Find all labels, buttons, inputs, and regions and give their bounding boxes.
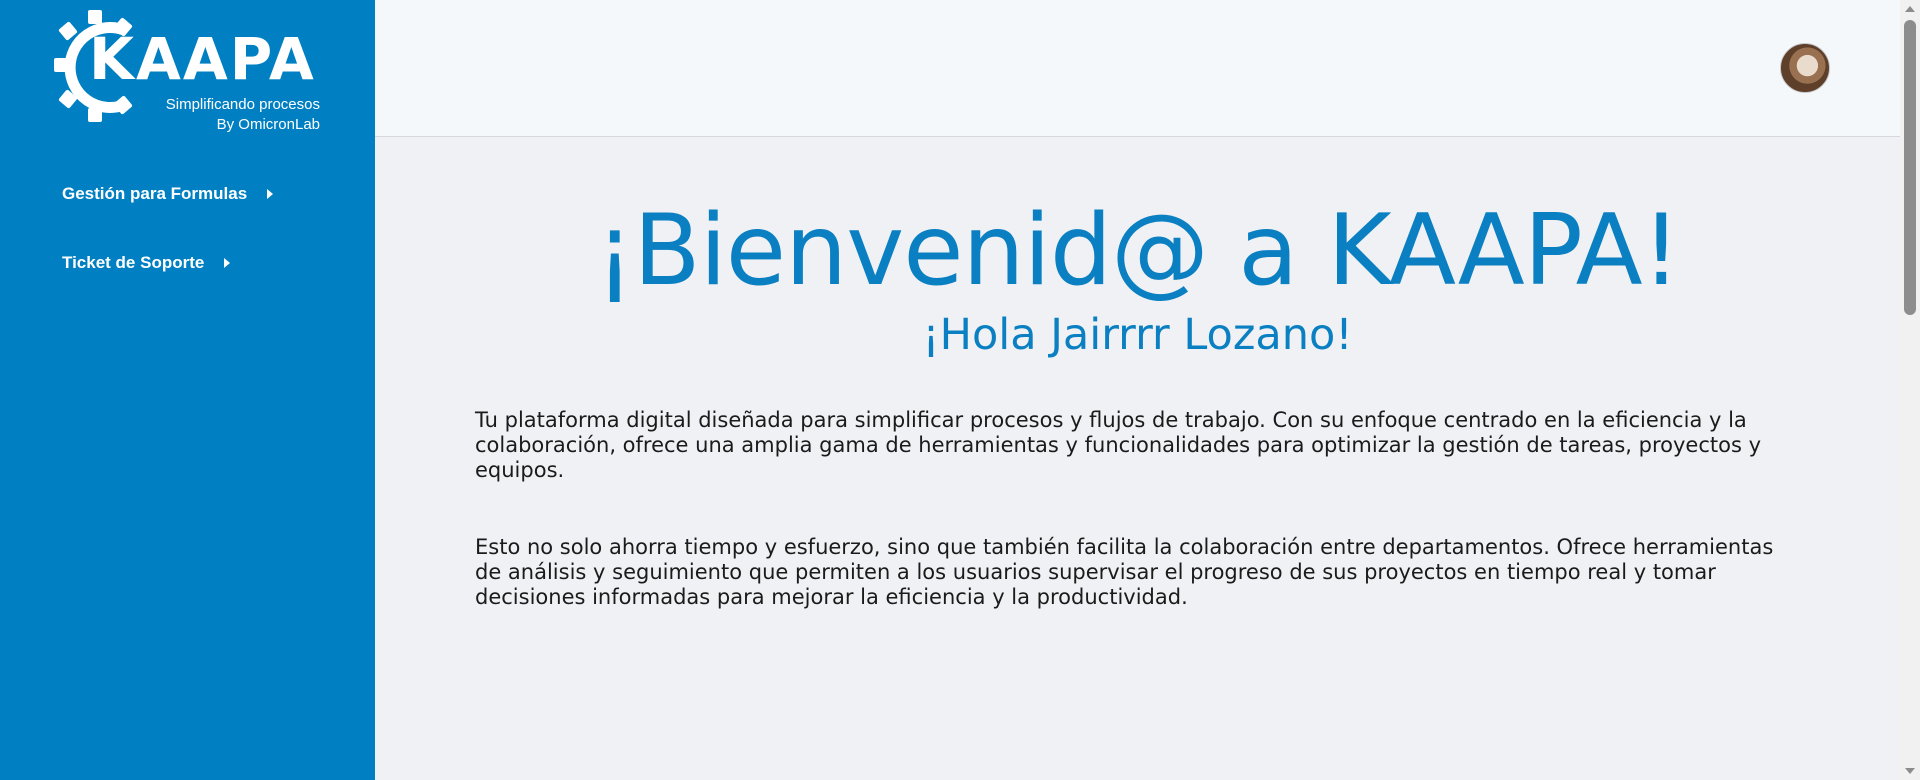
sidebar-item-label: Gestión para Formulas: [62, 184, 248, 203]
brand-tagline: Simplificando procesos: [165, 96, 320, 113]
caret-right-icon: [224, 258, 231, 268]
caret-right-icon: [267, 189, 274, 199]
brand-byline: By OmicronLab: [216, 116, 320, 133]
sidebar: KAAPA Simplificando procesos By OmicronL…: [0, 0, 375, 780]
benefits-paragraph: Esto no solo ahorra tiempo y esfuerzo, s…: [475, 535, 1774, 609]
vertical-scrollbar[interactable]: [1900, 0, 1920, 780]
intro-paragraph: Tu plataforma digital diseñada para simp…: [475, 408, 1762, 482]
user-avatar[interactable]: [1780, 43, 1830, 93]
sidebar-item-gestion-formulas[interactable]: Gestión para Formulas: [62, 184, 274, 204]
scroll-down-icon[interactable]: [1905, 768, 1915, 774]
kaapa-logo[interactable]: KAAPA Simplificando procesos By OmicronL…: [54, 10, 324, 135]
sidebar-item-ticket-soporte[interactable]: Ticket de Soporte: [62, 253, 231, 273]
main-content: ¡Bienvenid@ a KAAPA! ¡Hola Jairrrr Lozan…: [375, 138, 1900, 780]
user-greeting: ¡Hola Jairrrr Lozano!: [922, 310, 1353, 360]
scroll-up-icon[interactable]: [1905, 6, 1915, 12]
brand-title: KAAPA: [89, 25, 316, 93]
scroll-thumb[interactable]: [1904, 20, 1916, 315]
page-title: ¡Bienvenid@ a KAAPA!: [595, 194, 1681, 308]
header-bar: [375, 0, 1900, 137]
sidebar-item-label: Ticket de Soporte: [62, 253, 205, 272]
